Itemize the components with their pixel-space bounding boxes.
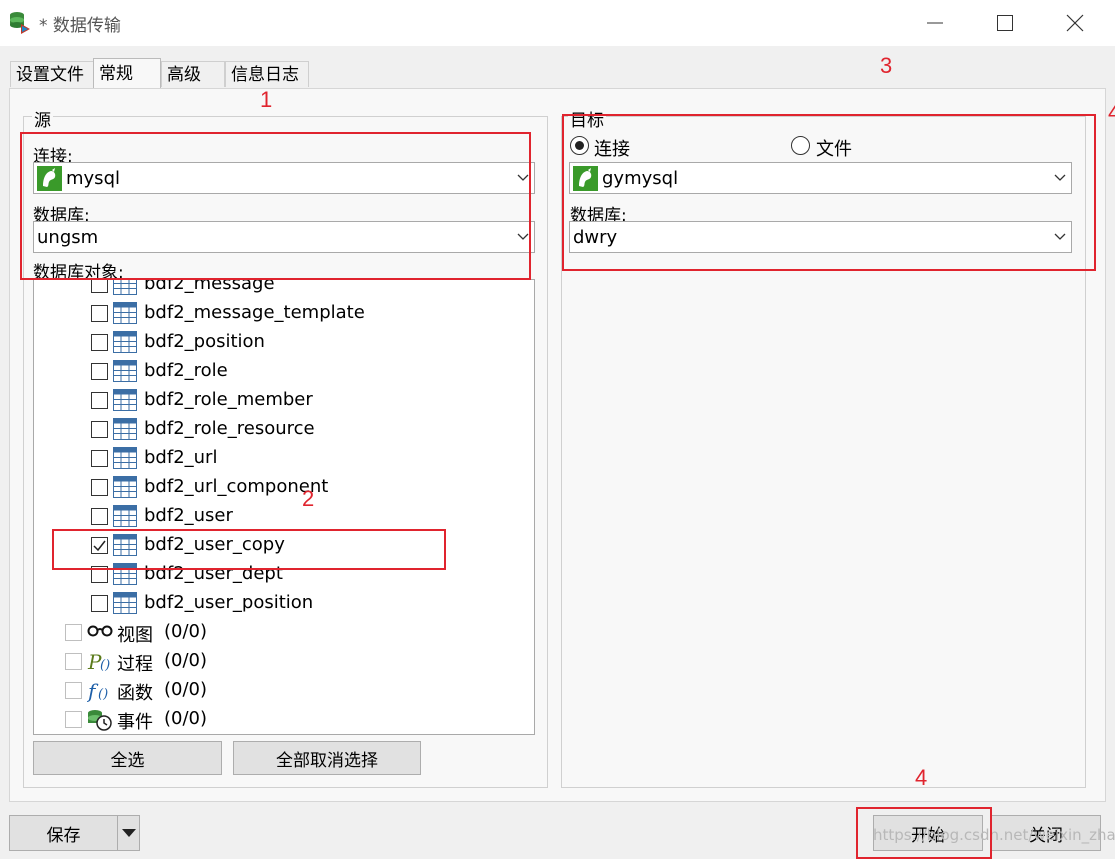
- tab-advanced[interactable]: 高级: [161, 61, 225, 87]
- category-checkbox[interactable]: [65, 711, 82, 728]
- annotation-box-target: [562, 114, 1096, 271]
- select-all-button[interactable]: 全选: [33, 741, 222, 775]
- category-row[interactable]: f() 函数 (0/0): [34, 676, 534, 705]
- annotation-number-1: 1: [260, 87, 273, 112]
- category-count: (0/0): [164, 650, 208, 671]
- annotation-box-checked-table: [52, 529, 446, 570]
- table-icon: [113, 389, 137, 411]
- table-row[interactable]: bdf2_url: [34, 444, 534, 473]
- annotation-number-2: 2: [302, 486, 315, 511]
- tab-log[interactable]: 信息日志: [225, 61, 309, 87]
- tab-settings-file[interactable]: 设置文件: [10, 61, 94, 87]
- table-icon: [113, 280, 137, 295]
- table-checkbox[interactable]: [91, 595, 108, 612]
- table-row[interactable]: bdf2_role_resource: [34, 415, 534, 444]
- category-count: (0/0): [164, 708, 208, 729]
- table-icon: [113, 447, 137, 469]
- event-clock-icon: [87, 709, 113, 731]
- table-icon: [113, 505, 137, 527]
- table-name: bdf2_user: [144, 505, 233, 526]
- table-checkbox[interactable]: [91, 479, 108, 496]
- database-objects-list[interactable]: bdf2_message bdf2_message_template bdf2_po…: [33, 279, 535, 735]
- table-icon: [113, 592, 137, 614]
- table-name: bdf2_url: [144, 447, 218, 468]
- table-row[interactable]: bdf2_role_member: [34, 386, 534, 415]
- category-checkbox[interactable]: [65, 653, 82, 670]
- table-name: bdf2_message: [144, 279, 275, 294]
- category-count: (0/0): [164, 679, 208, 700]
- table-checkbox[interactable]: [91, 450, 108, 467]
- category-row[interactable]: P() 过程 (0/0): [34, 647, 534, 676]
- table-row[interactable]: bdf2_message: [34, 279, 534, 299]
- caret-down-icon: [121, 829, 136, 837]
- category-row[interactable]: 视图 (0/0): [34, 618, 534, 647]
- svg-text:(): (): [98, 687, 108, 702]
- function-icon: f(): [86, 679, 113, 703]
- table-checkbox[interactable]: [91, 508, 108, 525]
- table-name: bdf2_role_resource: [144, 418, 315, 439]
- table-row[interactable]: bdf2_message_template: [34, 299, 534, 328]
- table-checkbox[interactable]: [91, 305, 108, 322]
- table-checkbox[interactable]: [91, 280, 108, 293]
- category-name: 函数: [117, 683, 153, 704]
- procedure-icon: P(): [87, 650, 113, 674]
- minimize-button[interactable]: [900, 0, 970, 46]
- annotation-number-4-partial: 4: [1108, 100, 1115, 125]
- table-row[interactable]: bdf2_position: [34, 328, 534, 357]
- save-button[interactable]: 保存: [9, 815, 118, 851]
- maximize-button[interactable]: [970, 0, 1040, 46]
- glasses-view-icon: [87, 622, 113, 644]
- table-name: bdf2_role: [144, 360, 228, 381]
- close-window-button[interactable]: [1040, 0, 1110, 46]
- table-name: bdf2_message_template: [144, 302, 365, 323]
- annotation-box-start: [856, 807, 992, 859]
- annotation-box-source: [20, 132, 531, 280]
- category-name: 过程: [117, 654, 153, 675]
- table-icon: [113, 418, 137, 440]
- table-icon: [113, 476, 137, 498]
- svg-text:(): (): [100, 658, 110, 673]
- table-row[interactable]: bdf2_url_component: [34, 473, 534, 502]
- database-transfer-icon: [10, 12, 30, 34]
- tab-general[interactable]: 常规: [93, 58, 161, 88]
- table-row[interactable]: bdf2_user_position: [34, 589, 534, 618]
- category-checkbox[interactable]: [65, 624, 82, 641]
- category-row[interactable]: 事件 (0/0): [34, 705, 534, 734]
- table-name: bdf2_position: [144, 331, 265, 352]
- category-name: 事件: [117, 712, 153, 733]
- table-icon: [113, 360, 137, 382]
- table-row[interactable]: bdf2_role: [34, 357, 534, 386]
- deselect-all-button[interactable]: 全部取消选择: [233, 741, 421, 775]
- table-name: bdf2_url_component: [144, 476, 329, 497]
- table-name: bdf2_user_position: [144, 592, 314, 613]
- category-name: 视图: [117, 625, 153, 646]
- close-icon: [1066, 14, 1084, 32]
- table-name: bdf2_role_member: [144, 389, 313, 410]
- annotation-number-3: 3: [880, 53, 893, 78]
- table-icon: [113, 331, 137, 353]
- source-group-label: 源: [32, 106, 53, 131]
- maximize-icon: [997, 15, 1013, 31]
- category-count: (0/0): [164, 621, 208, 642]
- save-dropdown-button[interactable]: [117, 815, 140, 851]
- table-checkbox[interactable]: [91, 363, 108, 380]
- minimize-icon: [927, 22, 943, 24]
- table-icon: [113, 302, 137, 324]
- table-checkbox[interactable]: [91, 334, 108, 351]
- window-title: * 数据传输: [39, 16, 121, 36]
- category-checkbox[interactable]: [65, 682, 82, 699]
- table-row[interactable]: bdf2_user: [34, 502, 534, 531]
- table-checkbox[interactable]: [91, 421, 108, 438]
- table-checkbox[interactable]: [91, 392, 108, 409]
- annotation-number-4: 4: [915, 765, 928, 790]
